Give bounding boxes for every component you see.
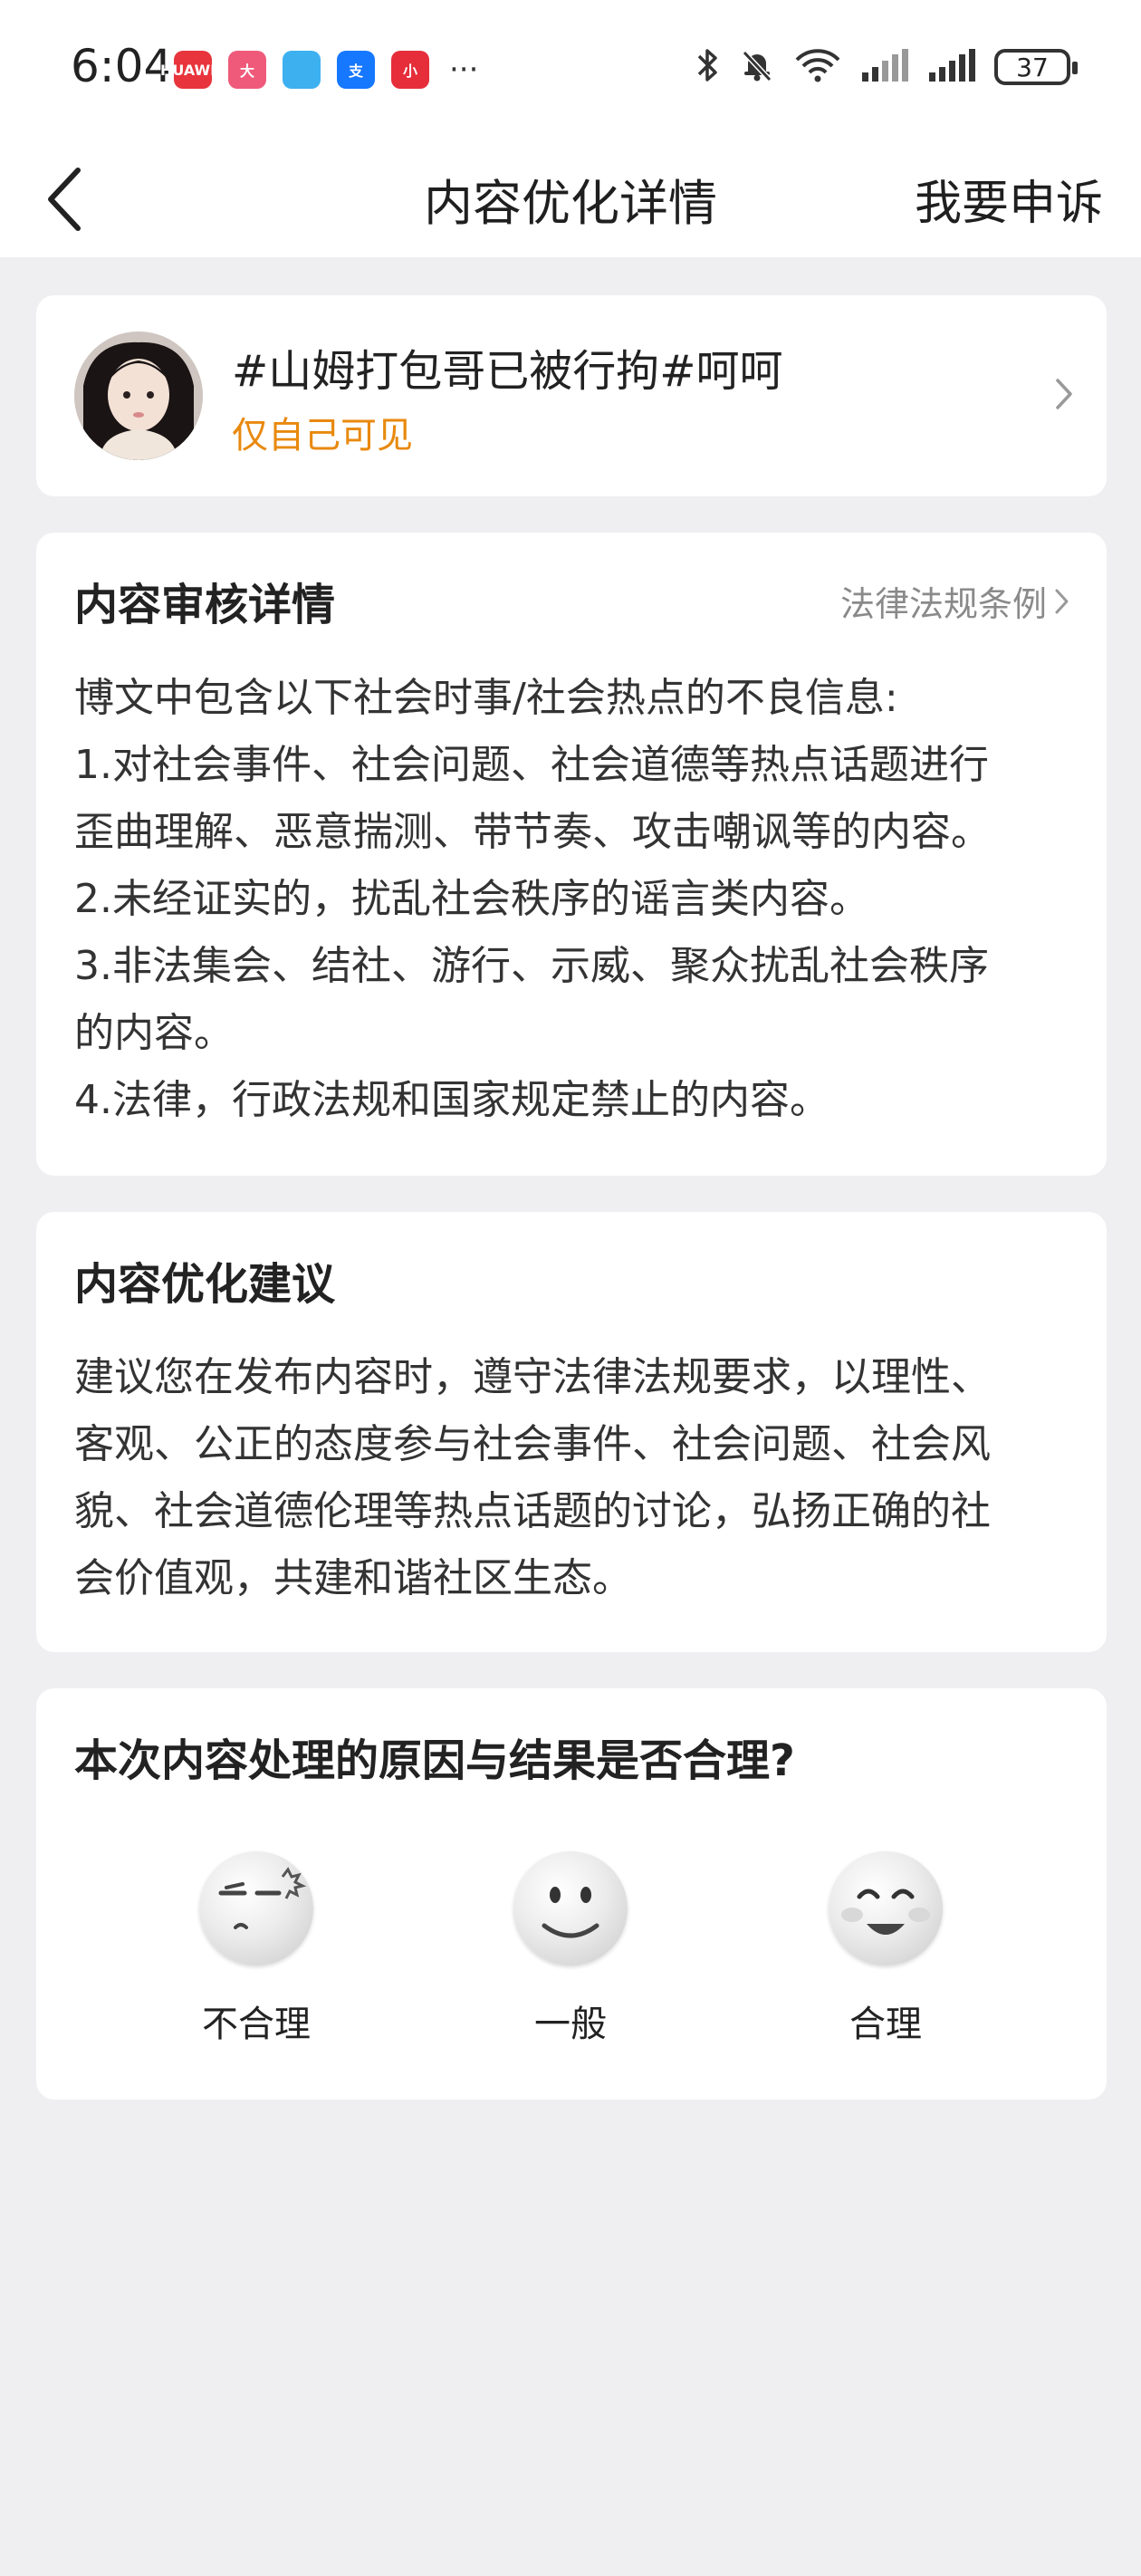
rating-card: 本次内容处理的原因与结果是否合理? 不合理 一般 合理 xyxy=(36,1688,1107,2100)
law-regulations-link[interactable]: 法律法规条例 xyxy=(840,576,1070,626)
suggestion-body-line: 建议您在发布内容时，遵守法律法规要求，以理性、 xyxy=(74,1354,991,1400)
battery-icon: 37 xyxy=(994,49,1078,85)
status-right: 37 xyxy=(694,47,1078,87)
signal-icon-2 xyxy=(927,47,976,87)
mascot-app-icon: 大 xyxy=(228,51,266,89)
more-notifications-icon: ··· xyxy=(449,52,479,88)
status-bar: 6:04 HUAWEI 大 支小 ··· 37 xyxy=(0,0,1141,145)
back-button[interactable] xyxy=(27,154,100,245)
bluetooth-icon xyxy=(694,47,721,87)
huawei-icon: HUAWEI xyxy=(160,51,225,89)
review-details-card: 内容审核详情 法律法规条例 博文中包含以下社会时事/社会热点的不良信息: 1.对社… xyxy=(36,533,1107,1176)
smiling-face-icon xyxy=(829,1851,943,1966)
rating-reasonable[interactable]: 合理 xyxy=(795,1851,976,2047)
review-body: 博文中包含以下社会时事/社会热点的不良信息: 1.对社会事件、社会问题、社会道德等… xyxy=(74,665,1070,1134)
review-body-line: 博文中包含以下社会时事/社会热点的不良信息: xyxy=(74,675,898,721)
alipay-icon: 支 xyxy=(337,51,375,89)
review-body-line: 的内容。 xyxy=(74,1010,234,1056)
review-body-line: 歪曲理解、恶意揣测、带节奏、攻击嘲讽等的内容。 xyxy=(74,809,991,855)
review-body-line: 3.非法集会、结社、游行、示威、聚众扰乱社会秩序 xyxy=(74,943,989,989)
review-heading: 内容审核详情 xyxy=(74,580,336,630)
visibility-label: 仅自己可见 xyxy=(232,415,413,457)
chevron-left-icon xyxy=(48,168,81,231)
avatar xyxy=(74,332,203,460)
chevron-right-icon xyxy=(1054,377,1074,415)
rating-unreasonable[interactable]: 不合理 xyxy=(166,1851,347,2047)
appeal-button[interactable]: 我要申诉 xyxy=(915,165,1103,233)
nav-bar: 内容优化详情 我要申诉 xyxy=(0,145,1141,257)
suggestion-card: 内容优化建议 建议您在发布内容时，遵守法律法规要求，以理性、 客观、公正的态度参与… xyxy=(36,1212,1107,1652)
wifi-icon xyxy=(793,47,842,87)
notification-icons: HUAWEI 大 支小 ··· xyxy=(160,51,479,89)
review-body-line: 2.未经证实的，扰乱社会秩序的谣言类内容。 xyxy=(74,876,869,922)
suggestion-heading: 内容优化建议 xyxy=(74,1259,336,1310)
post-card[interactable]: #山姆打包哥已被行拘#呵呵 仅自己可见 xyxy=(36,295,1107,496)
review-body-line: 4.法律，行政法规和国家规定禁止的内容。 xyxy=(74,1077,829,1123)
signal-icon xyxy=(860,47,909,87)
review-body-line: 1.对社会事件、社会问题、社会道德等热点话题进行 xyxy=(74,742,989,788)
rating-label-unreasonable: 不合理 xyxy=(202,2004,311,2045)
suggestion-body-line: 客观、公正的态度参与社会事件、社会问题、社会风 xyxy=(74,1421,991,1467)
neutral-face-icon xyxy=(513,1851,628,1966)
suggestion-body: 建议您在发布内容时，遵守法律法规要求，以理性、 客观、公正的态度参与社会事件、社会… xyxy=(74,1344,1070,1612)
store-app-icon: 小 xyxy=(391,51,429,89)
status-time: 6:04 xyxy=(71,40,173,92)
chevron-right-icon xyxy=(1055,589,1069,613)
law-link-label: 法律法规条例 xyxy=(839,584,1047,624)
rating-label-average: 一般 xyxy=(534,2004,607,2045)
rating-average[interactable]: 一般 xyxy=(480,1851,661,2047)
suggestion-body-line: 貌、社会道德伦理等热点话题的讨论，弘扬正确的社 xyxy=(74,1488,991,1534)
post-title: #山姆打包哥已被行拘#呵呵 xyxy=(232,346,783,397)
rating-question: 本次内容处理的原因与结果是否合理? xyxy=(74,1735,795,1786)
annoyed-face-icon xyxy=(199,1851,313,1966)
rating-label-reasonable: 合理 xyxy=(849,2004,922,2045)
suggestion-body-line: 会价值观，共建和谐社区生态。 xyxy=(74,1555,632,1601)
mute-bell-icon xyxy=(739,47,775,87)
colorful-app-icon xyxy=(283,51,321,89)
